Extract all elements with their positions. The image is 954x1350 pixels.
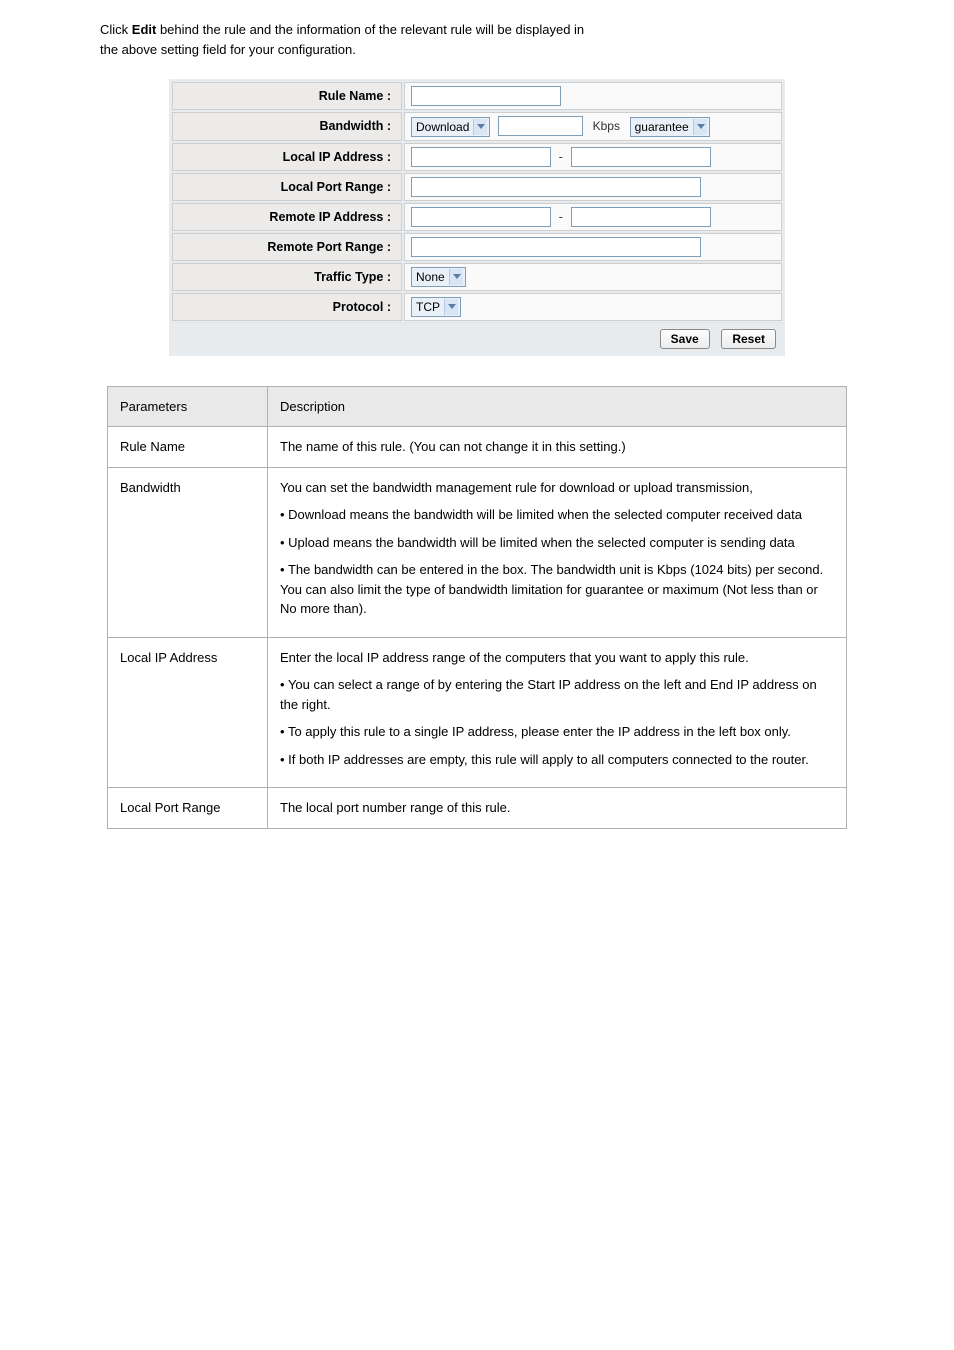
chevron-down-icon [693, 119, 707, 135]
chevron-down-icon [444, 299, 458, 315]
param-cell: Bandwidth [108, 467, 268, 637]
bandwidth-value-input[interactable] [498, 116, 583, 136]
desc-cell: You can set the bandwidth management rul… [268, 467, 847, 637]
remote-ip-start-input[interactable] [411, 207, 551, 227]
bandwidth-mode-select[interactable]: guarantee [630, 117, 710, 137]
remote-ip-end-input[interactable] [571, 207, 711, 227]
table-header-param: Parameters [108, 386, 268, 427]
label-local-port: Local Port Range : [172, 173, 402, 201]
chevron-down-icon [449, 269, 463, 285]
edit-bold: Edit [132, 22, 157, 37]
rule-name-input[interactable] [411, 86, 561, 106]
bandwidth-unit-label: Kbps [593, 119, 620, 133]
range-separator: - [559, 209, 563, 224]
label-remote-ip: Remote IP Address : [172, 203, 402, 231]
local-ip-start-input[interactable] [411, 147, 551, 167]
label-local-ip: Local IP Address : [172, 143, 402, 171]
table-header-desc: Description [268, 386, 847, 427]
rule-form-panel: Rule Name : Bandwidth : Download Kbps gu… [169, 79, 785, 356]
desc-cell: Enter the local IP address range of the … [268, 637, 847, 788]
bandwidth-direction-select[interactable]: Download [411, 117, 490, 137]
remote-port-input[interactable] [411, 237, 701, 257]
param-cell: Local Port Range [108, 788, 268, 829]
table-row: Bandwidth You can set the bandwidth mana… [108, 467, 847, 637]
param-cell: Rule Name [108, 427, 268, 468]
desc-cell: The name of this rule. (You can not chan… [268, 427, 847, 468]
label-remote-port: Remote Port Range : [172, 233, 402, 261]
traffic-type-select[interactable]: None [411, 267, 466, 287]
local-port-input[interactable] [411, 177, 701, 197]
intro-paragraph: Click Edit behind the rule and the infor… [100, 20, 854, 59]
range-separator: - [559, 149, 563, 164]
parameters-table: Parameters Description Rule Name The nam… [107, 386, 847, 829]
label-bandwidth: Bandwidth : [172, 112, 402, 141]
label-traffic-type: Traffic Type : [172, 263, 402, 291]
table-row: Local IP Address Enter the local IP addr… [108, 637, 847, 788]
reset-button[interactable]: Reset [721, 329, 776, 349]
table-row: Rule Name The name of this rule. (You ca… [108, 427, 847, 468]
label-rule-name: Rule Name : [172, 82, 402, 110]
local-ip-end-input[interactable] [571, 147, 711, 167]
desc-cell: The local port number range of this rule… [268, 788, 847, 829]
label-protocol: Protocol : [172, 293, 402, 321]
protocol-select[interactable]: TCP [411, 297, 461, 317]
table-row: Local Port Range The local port number r… [108, 788, 847, 829]
chevron-down-icon [473, 119, 487, 135]
param-cell: Local IP Address [108, 637, 268, 788]
save-button[interactable]: Save [660, 329, 710, 349]
